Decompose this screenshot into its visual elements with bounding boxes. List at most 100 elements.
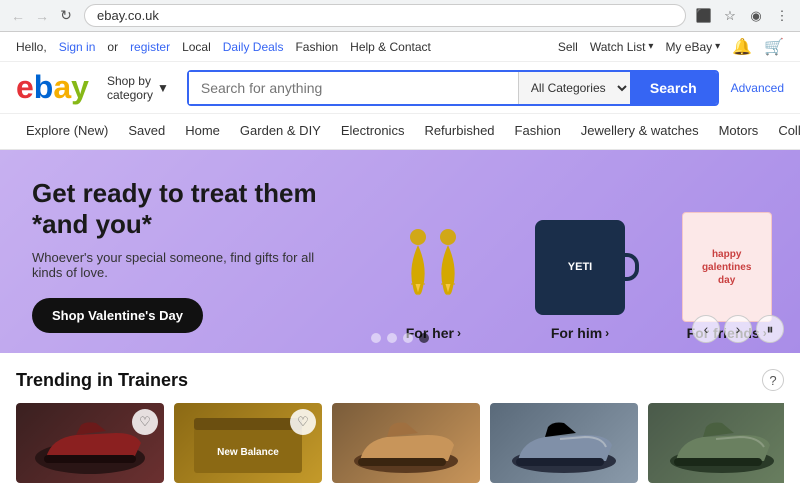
shop-by-chevron: ▼: [157, 81, 169, 95]
sneaker-svg-3: [332, 403, 480, 483]
watchlist-label: Watch List: [590, 40, 646, 54]
carousel-pause-button[interactable]: ⏸: [756, 315, 784, 343]
card-shape: happy galentines day: [682, 212, 772, 322]
top-bar-right: Sell Watch List ▾ My eBay ▾ 🔔 🛒: [558, 37, 784, 57]
logo-letter-a: a: [53, 69, 71, 106]
product-card-1[interactable]: ♡: [16, 403, 164, 483]
trending-header: Trending in Trainers ?: [16, 369, 784, 391]
sneaker-svg-5: [648, 403, 784, 483]
sneaker-svg-4: [490, 403, 638, 483]
search-input[interactable]: [189, 72, 518, 104]
search-container: All Categories Search: [187, 70, 719, 106]
address-bar[interactable]: ebay.co.uk: [84, 4, 686, 27]
earring-svg: [393, 222, 473, 312]
hero-product-for-her[interactable]: For her ›: [360, 207, 507, 353]
profile-button[interactable]: ◉: [746, 6, 766, 26]
shop-by-label: Shop by: [107, 74, 153, 88]
reload-button[interactable]: ↻: [56, 6, 76, 26]
nav-item-explore[interactable]: Explore (New): [16, 115, 118, 149]
logo-letter-e: e: [16, 69, 34, 106]
navigation-bar: Explore (New) Saved Home Garden & DIY El…: [0, 114, 800, 150]
nav-item-motors[interactable]: Motors: [709, 115, 769, 149]
nav-item-collectables[interactable]: Collectables: [768, 115, 800, 149]
nav-item-refurbished[interactable]: Refurbished: [414, 115, 504, 149]
watchlist-chevron: ▾: [648, 41, 653, 52]
myebay-chevron: ▾: [715, 41, 720, 52]
watchlist-button[interactable]: Watch List ▾: [590, 40, 654, 54]
local-link[interactable]: Local: [182, 40, 211, 54]
hero-banner: Get ready to treat them *and you* Whoeve…: [0, 150, 800, 353]
sign-in-link[interactable]: Sign in: [59, 40, 96, 54]
shop-by-category-button[interactable]: Shop by category ▼: [101, 70, 175, 106]
for-him-chevron: ›: [605, 326, 609, 340]
shop-valentines-button[interactable]: Shop Valentine's Day: [32, 298, 203, 333]
browser-actions: ⬛ ☆ ◉ ⋮: [694, 6, 792, 26]
nav-item-saved[interactable]: Saved: [118, 115, 175, 149]
daily-deals-link[interactable]: Daily Deals: [223, 40, 284, 54]
myebay-button[interactable]: My eBay ▾: [665, 40, 720, 54]
carousel-controls: ‹ › ⏸: [692, 315, 784, 343]
hero-title-line1: Get ready to treat them: [32, 178, 317, 208]
carousel-dot-1[interactable]: [371, 333, 381, 343]
product-image-4: [490, 403, 638, 483]
product-card-2[interactable]: New Balance ♡: [174, 403, 322, 483]
logo-letter-y: y: [71, 69, 89, 106]
for-him-label: For him ›: [551, 325, 609, 341]
trending-section: Trending in Trainers ? ♡ New Balanc: [0, 353, 800, 491]
trending-help-button[interactable]: ?: [762, 369, 784, 391]
browser-nav-buttons: ← → ↻: [8, 6, 76, 26]
trending-title: Trending in Trainers: [16, 370, 188, 391]
hero-title-line2: *and you*: [32, 209, 152, 239]
category-select[interactable]: All Categories: [518, 72, 630, 104]
search-button[interactable]: Search: [630, 72, 717, 104]
card-image: happy galentines day: [682, 217, 772, 317]
card-text: happy galentines day: [702, 248, 751, 287]
mug-shape: YETI: [535, 220, 625, 315]
cart-icon[interactable]: 🛒: [764, 37, 784, 57]
product-image-5: [648, 403, 784, 483]
ebay-header: e b a y Shop by category ▼ All Categorie…: [0, 62, 800, 114]
ebay-top-bar: Hello, Sign in or register Local Daily D…: [0, 32, 800, 62]
carousel-dots: [371, 333, 429, 343]
bookmark-button[interactable]: ☆: [720, 6, 740, 26]
ebay-logo[interactable]: e b a y: [16, 69, 89, 106]
myebay-label: My eBay: [665, 40, 712, 54]
nav-item-garden[interactable]: Garden & DIY: [230, 115, 331, 149]
mug-image: YETI: [535, 217, 625, 317]
for-her-chevron: ›: [457, 326, 461, 340]
menu-button[interactable]: ⋮: [772, 6, 792, 26]
svg-text:New Balance: New Balance: [217, 447, 279, 458]
carousel-next-button[interactable]: ›: [724, 315, 752, 343]
product-grid: ♡ New Balance ♡: [16, 403, 784, 483]
nav-item-fashion[interactable]: Fashion: [505, 115, 571, 149]
cast-button[interactable]: ⬛: [694, 6, 714, 26]
advanced-search-link[interactable]: Advanced: [731, 81, 784, 95]
sell-link[interactable]: Sell: [558, 40, 578, 54]
logo-letter-b: b: [34, 69, 54, 106]
back-button[interactable]: ←: [8, 6, 28, 26]
nav-item-home[interactable]: Home: [175, 115, 230, 149]
hero-subtitle: Whoever's your special someone, find gif…: [32, 250, 336, 280]
address-bar-text: ebay.co.uk: [97, 8, 159, 23]
or-text: or: [107, 40, 118, 54]
carousel-prev-button[interactable]: ‹: [692, 315, 720, 343]
nav-item-electronics[interactable]: Electronics: [331, 115, 415, 149]
carousel-dot-3[interactable]: [403, 333, 413, 343]
category-label: category: [107, 88, 153, 102]
product-card-5[interactable]: [648, 403, 784, 483]
carousel-dot-2[interactable]: [387, 333, 397, 343]
notifications-icon[interactable]: 🔔: [732, 37, 752, 57]
mug-handle: [623, 253, 639, 281]
forward-button[interactable]: →: [32, 6, 52, 26]
product-card-3[interactable]: [332, 403, 480, 483]
fashion-link[interactable]: Fashion: [295, 40, 338, 54]
nav-item-jewellery[interactable]: Jewellery & watches: [571, 115, 709, 149]
help-contact-link[interactable]: Help & Contact: [350, 40, 431, 54]
register-link[interactable]: register: [130, 40, 170, 54]
product-image-3: [332, 403, 480, 483]
product-card-4[interactable]: [490, 403, 638, 483]
earrings-image: [388, 217, 478, 317]
hero-product-for-him[interactable]: YETI For him ›: [507, 207, 654, 353]
carousel-dot-4[interactable]: [419, 333, 429, 343]
hero-title: Get ready to treat them *and you*: [32, 178, 336, 240]
